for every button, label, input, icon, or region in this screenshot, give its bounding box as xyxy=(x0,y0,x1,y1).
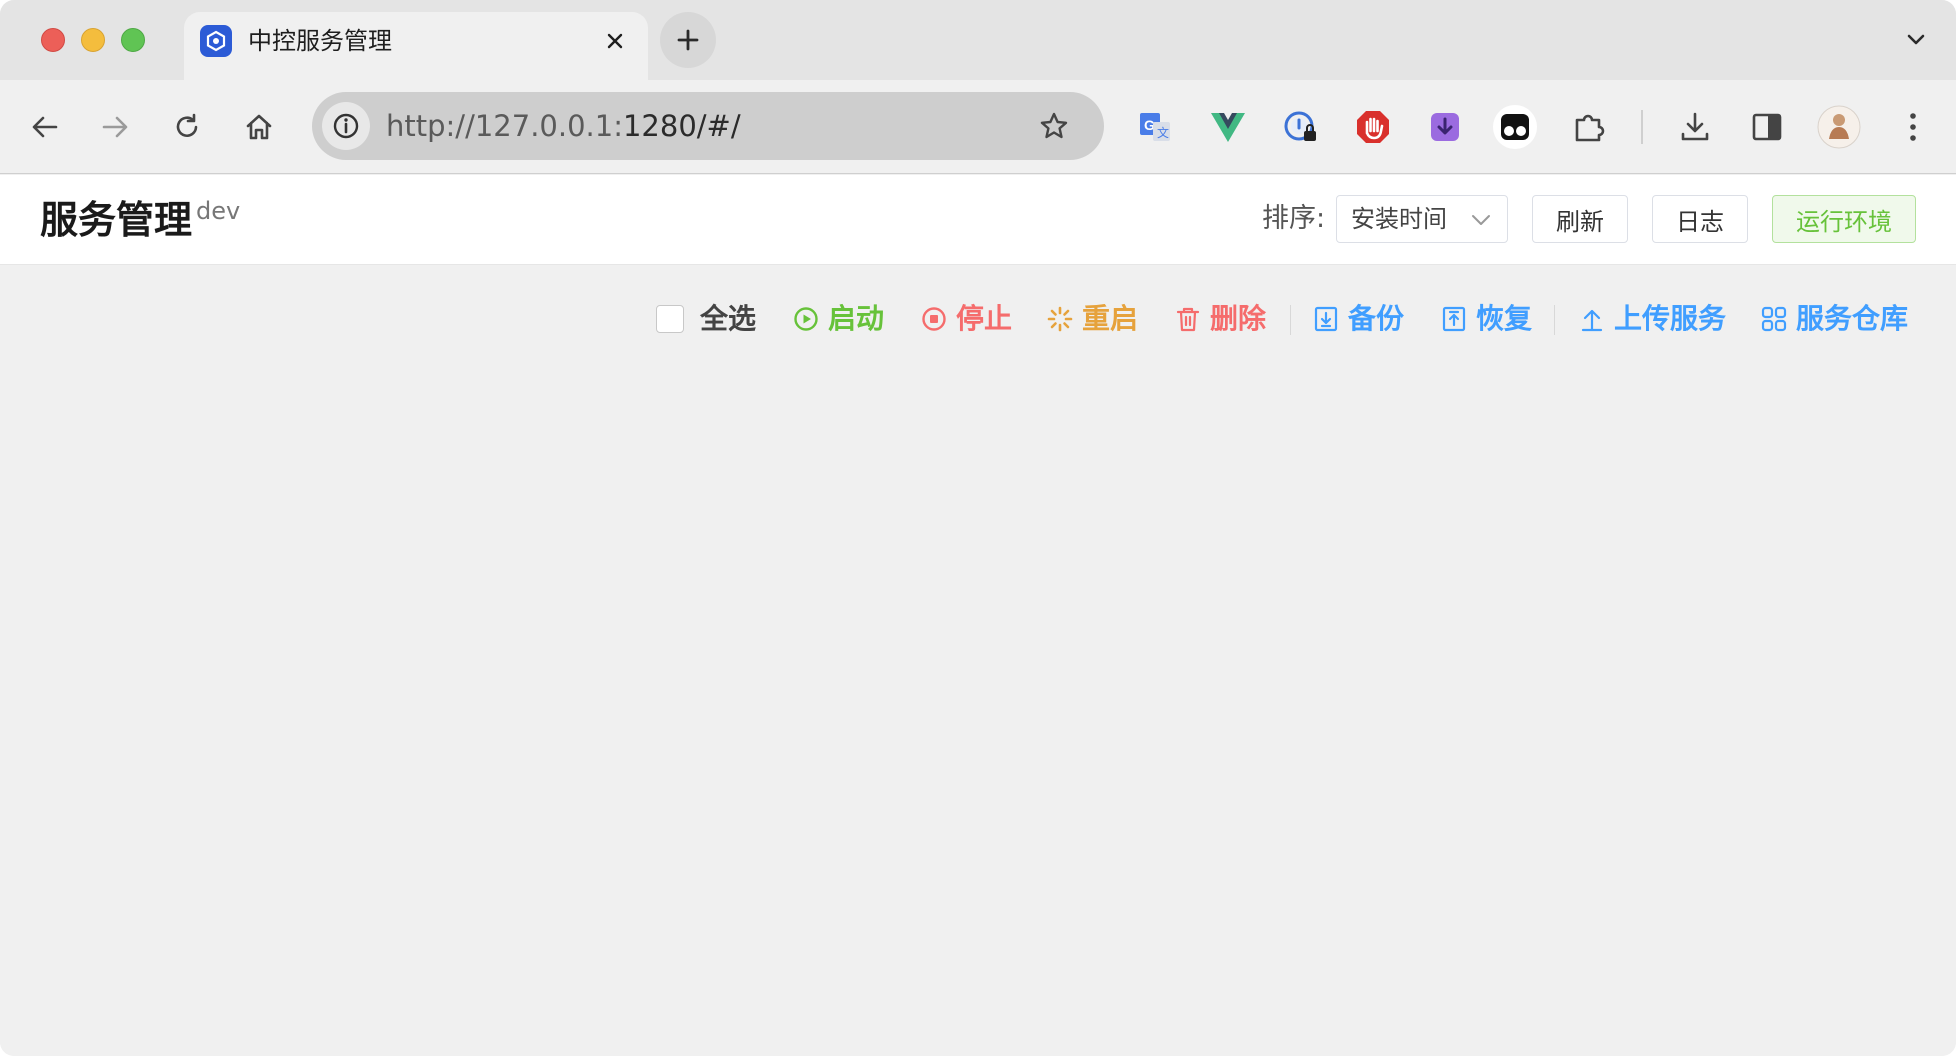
restore-label: 恢复 xyxy=(1476,302,1533,335)
tab-search-chevron-icon[interactable] xyxy=(1896,22,1936,58)
url-port-path: 1280/#/ xyxy=(622,109,741,143)
stop-button[interactable]: 停止 xyxy=(920,299,1012,339)
sort-select-value: 安装时间 xyxy=(1351,205,1447,233)
vue-devtools-icon[interactable] xyxy=(1203,102,1253,152)
upload-service-label: 上传服务 xyxy=(1614,302,1727,335)
download-box-icon xyxy=(1312,305,1340,333)
action-bar: 全选 启动 停止 重启 删除 备份 恢复 上传服务 服务仓库 xyxy=(0,293,1956,343)
sort-select[interactable]: 安装时间 xyxy=(1336,195,1508,243)
restore-button[interactable]: 恢复 xyxy=(1440,299,1532,339)
select-all-text: 全选 xyxy=(700,302,757,335)
start-label: 启动 xyxy=(828,302,885,335)
browser-toolbar: http://127.0.0.1:1280/#/ G文 xyxy=(0,80,1956,174)
new-tab-button[interactable] xyxy=(660,12,716,68)
stop-label: 停止 xyxy=(956,302,1013,335)
toolbar-divider xyxy=(1641,110,1643,144)
action-divider xyxy=(1554,305,1555,335)
delete-label: 删除 xyxy=(1210,302,1267,335)
tab-strip: 中控服务管理 xyxy=(0,0,1956,80)
forward-icon[interactable] xyxy=(90,102,140,152)
upload-arrow-icon xyxy=(1578,305,1606,333)
upload-box-icon xyxy=(1440,305,1468,333)
backup-button[interactable]: 备份 xyxy=(1312,299,1404,339)
profile-avatar[interactable] xyxy=(1814,102,1864,152)
url-text[interactable]: http://127.0.0.1:1280/#/ xyxy=(386,109,741,143)
google-translate-icon[interactable]: G文 xyxy=(1130,102,1180,152)
refresh-button[interactable]: 刷新 xyxy=(1532,195,1628,243)
browser-window: 中控服务管理 http://127.0.0.1:1280/#/ G 文 服务管理… xyxy=(0,0,1956,1056)
select-all-label[interactable]: 全选 xyxy=(700,299,756,339)
password-lock-icon[interactable] xyxy=(1276,102,1326,152)
close-tab-icon[interactable] xyxy=(598,24,632,58)
trash-icon xyxy=(1174,305,1202,333)
page-header: 服务管理 dev 排序: 安装时间 刷新 日志 运行环境 xyxy=(0,175,1956,265)
side-panel-icon[interactable] xyxy=(1742,102,1792,152)
svg-text:文: 文 xyxy=(1157,125,1169,140)
download-box-icon[interactable] xyxy=(1420,102,1470,152)
address-bar[interactable]: http://127.0.0.1:1280/#/ xyxy=(312,92,1104,160)
sort-label: 排序: xyxy=(1262,203,1326,234)
runtime-env-button[interactable]: 运行环境 xyxy=(1772,195,1916,243)
play-circle-icon xyxy=(792,305,820,333)
plus-icon xyxy=(677,29,699,51)
back-icon[interactable] xyxy=(20,102,70,152)
upload-service-button[interactable]: 上传服务 xyxy=(1578,299,1726,339)
action-divider xyxy=(1290,305,1291,335)
loading-spinner-icon xyxy=(1046,305,1074,333)
extensions-puzzle-icon[interactable] xyxy=(1564,102,1614,152)
service-hexagon-icon xyxy=(200,25,232,57)
grid-icon xyxy=(1760,305,1788,333)
home-icon[interactable] xyxy=(234,102,284,152)
delete-button[interactable]: 删除 xyxy=(1174,299,1266,339)
stop-circle-icon xyxy=(920,305,948,333)
reload-icon[interactable] xyxy=(162,102,212,152)
adblock-hand-icon[interactable] xyxy=(1348,102,1398,152)
start-button[interactable]: 启动 xyxy=(792,299,884,339)
restart-button[interactable]: 重启 xyxy=(1046,299,1138,339)
fullscreen-window-button[interactable] xyxy=(121,28,145,52)
page-title: 服务管理 xyxy=(40,198,193,242)
env-badge: dev xyxy=(196,197,241,225)
log-button[interactable]: 日志 xyxy=(1652,195,1748,243)
minimize-window-button[interactable] xyxy=(81,28,105,52)
tab-title: 中控服务管理 xyxy=(248,27,392,55)
chevron-down-icon xyxy=(1469,208,1493,232)
downloads-icon[interactable] xyxy=(1670,102,1720,152)
restart-label: 重启 xyxy=(1082,302,1139,335)
backup-label: 备份 xyxy=(1348,302,1405,335)
site-info-icon[interactable] xyxy=(322,102,370,150)
bookmark-star-icon[interactable] xyxy=(1034,106,1074,146)
close-window-button[interactable] xyxy=(41,28,65,52)
page-content: 服务管理 dev 排序: 安装时间 刷新 日志 运行环境 全选 启动 停止 重启… xyxy=(0,175,1956,1056)
active-tab[interactable]: 中控服务管理 xyxy=(184,12,648,80)
kebab-menu-icon[interactable] xyxy=(1888,102,1938,152)
url-scheme-host: http://127.0.0.1: xyxy=(386,109,623,143)
service-repository-label: 服务仓库 xyxy=(1796,302,1909,335)
select-all-checkbox[interactable] xyxy=(656,305,684,333)
service-repository-button[interactable]: 服务仓库 xyxy=(1760,299,1908,339)
tampermonkey-icon[interactable] xyxy=(1490,102,1540,152)
